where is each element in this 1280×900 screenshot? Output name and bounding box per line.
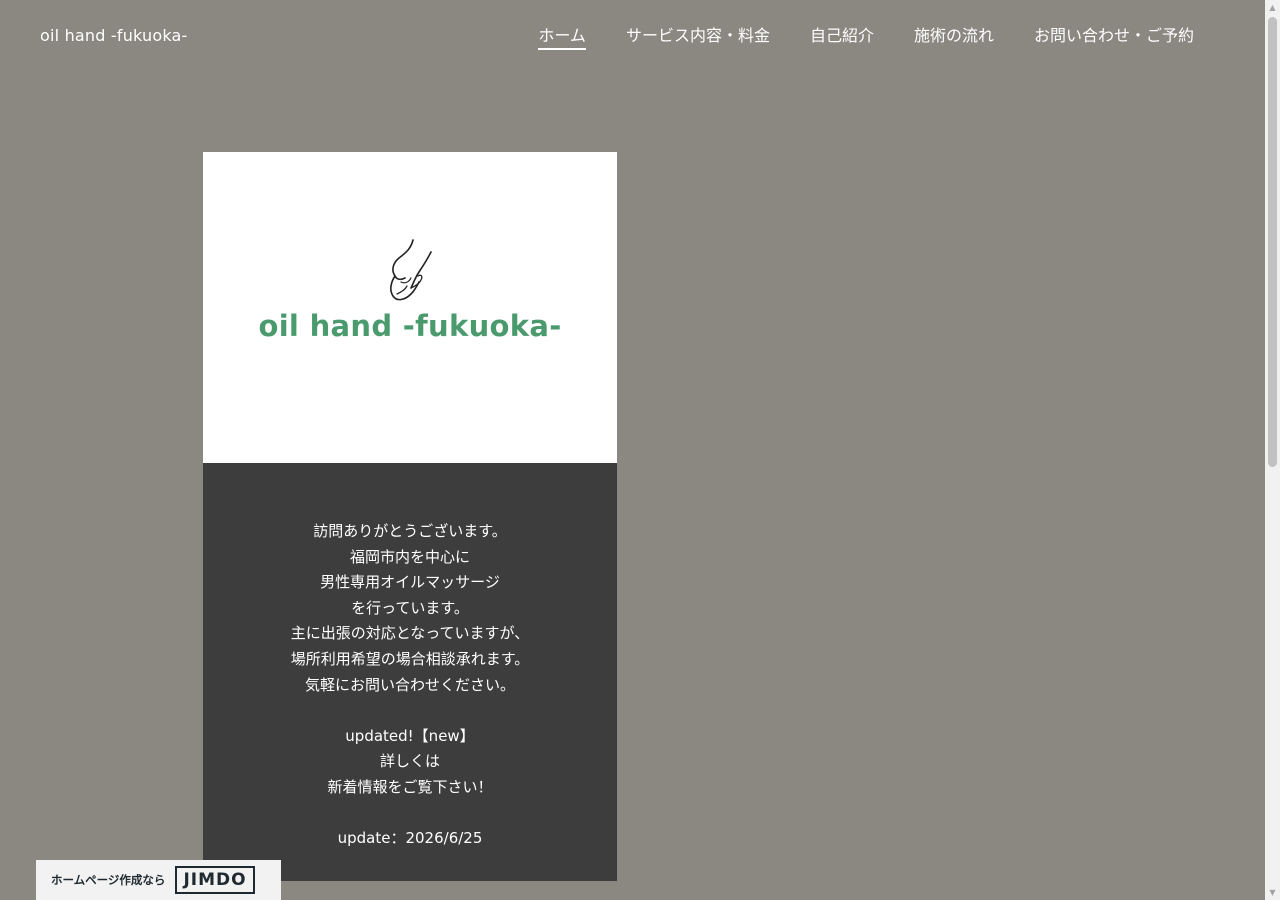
nav-home[interactable]: ホーム: [538, 26, 586, 50]
jimdo-badge[interactable]: ホームページ作成なら JIMDO: [36, 860, 281, 900]
main-nav: ホーム サービス内容・料金 自己紹介 施術の流れ お問い合わせ・ご予約: [538, 26, 1194, 50]
hand-logo-icon: [390, 239, 432, 301]
intro-line: 場所利用希望の場合相談承れます。: [290, 649, 530, 668]
intro-line: を行っています。: [351, 598, 469, 617]
intro-line: 新着情報をご覧下さい！: [327, 777, 493, 796]
scroll-thumb[interactable]: [1268, 17, 1277, 467]
nav-treatment-flow[interactable]: 施術の流れ: [914, 26, 994, 50]
intro-line: 訪問ありがとうございます。: [313, 522, 507, 540]
intro-line: 詳しくは: [379, 752, 440, 771]
intro-line-blank: [203, 801, 617, 827]
logo-panel: oil hand -fukuoka-: [203, 152, 617, 463]
nav-services-pricing[interactable]: サービス内容・料金: [626, 26, 770, 50]
jimdo-logo: JIMDO: [175, 866, 255, 894]
intro-line: 気軽にお問い合わせください。: [304, 675, 515, 694]
content-block: oil hand -fukuoka- 訪問ありがとうございます。 福岡市内を中心…: [203, 152, 617, 881]
vertical-scrollbar[interactable]: ▲ ▼: [1265, 0, 1280, 900]
nav-about[interactable]: 自己紹介: [810, 26, 874, 50]
site-title[interactable]: oil hand -fukuoka-: [40, 26, 188, 46]
intro-line-blank: [203, 698, 617, 724]
logo-text: oil hand -fukuoka-: [258, 309, 562, 343]
intro-line: 男性専用オイルマッサージ: [320, 573, 500, 592]
intro-text-panel: 訪問ありがとうございます。 福岡市内を中心に 男性専用オイルマッサージ を行って…: [203, 463, 617, 881]
intro-line: 福岡市内を中心に: [349, 547, 470, 566]
scroll-up-arrow-icon[interactable]: ▲: [1265, 0, 1280, 15]
updated-notice: updated!【new】: [345, 726, 475, 745]
update-date: update：2026/6/25: [337, 829, 483, 848]
intro-line: 主に出張の対応となっていますが、: [290, 624, 530, 643]
scroll-down-arrow-icon[interactable]: ▼: [1265, 885, 1280, 900]
nav-contact-reservation[interactable]: お問い合わせ・ご予約: [1034, 26, 1194, 50]
jimdo-badge-text: ホームページ作成なら: [51, 873, 166, 887]
